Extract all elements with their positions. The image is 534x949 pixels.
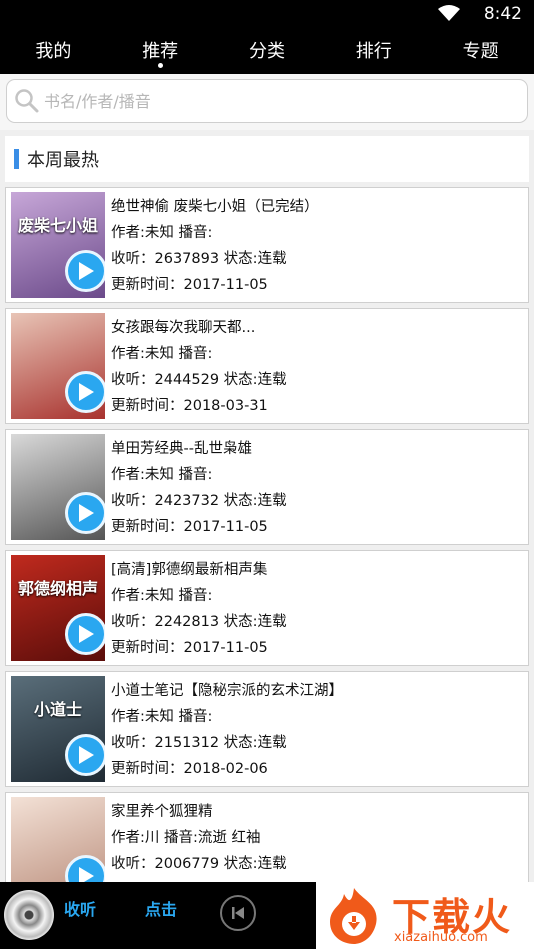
book-cover: [11, 313, 105, 419]
tab-recommend[interactable]: 推荐: [107, 26, 214, 74]
book-item[interactable]: 小道士 小道士笔记【隐秘宗派的玄术江湖】 作者:未知 播音: 收听：215131…: [5, 671, 529, 787]
book-item[interactable]: 郭德纲相声 [高清]郭德纲最新相声集 作者:未知 播音: 收听：2242813 …: [5, 550, 529, 666]
flame-logo-icon: [322, 886, 386, 949]
cover-title-art: 小道士: [33, 700, 82, 719]
book-author: 作者:未知 播音:: [111, 346, 213, 362]
book-title: 女孩跟每次我聊天都...: [111, 320, 256, 336]
book-author: 作者:未知 播音:: [111, 225, 213, 241]
brand-watermark: 下载火 xiazaihuo.com: [316, 882, 534, 949]
clock: 8:42: [483, 4, 522, 24]
book-stats: 收听：2637893 状态:连载: [111, 251, 287, 267]
book-item[interactable]: 废柴七小姐 绝世神偷 废柴七小姐（已完结） 作者:未知 播音: 收听：26378…: [5, 187, 529, 303]
book-updated: 更新时间：2017-11-05: [111, 277, 268, 293]
tab-ranking[interactable]: 排行: [320, 26, 427, 74]
active-tab-indicator: [158, 63, 164, 68]
search-input[interactable]: [44, 91, 504, 111]
book-stats: 收听：2423732 状态:连载: [111, 493, 287, 509]
search-icon: [14, 88, 40, 114]
book-updated: 更新时间：2018-03-31: [111, 398, 268, 414]
book-author: 作者:未知 播音:: [111, 467, 213, 483]
play-icon[interactable]: [65, 613, 105, 655]
tab-label: 分类: [248, 41, 285, 62]
section-title: 本周最热: [27, 150, 99, 171]
section-header: 本周最热: [5, 136, 529, 182]
top-tab-bar: 我的 推荐 分类 排行 专题: [0, 26, 534, 74]
cover-title-art: 郭德纲相声: [17, 579, 98, 598]
previous-track-button[interactable]: [220, 895, 256, 931]
brand-url: xiazaihuo.com: [394, 930, 488, 945]
section-accent-bar: [14, 149, 19, 169]
book-title: 家里养个狐狸精: [111, 804, 213, 820]
book-item[interactable]: 女孩跟每次我聊天都... 作者:未知 播音: 收听：2444529 状态:连载 …: [5, 308, 529, 424]
book-updated: 更新时间：2017-11-05: [111, 640, 268, 656]
search-box[interactable]: [6, 79, 528, 123]
book-item[interactable]: 单田芳经典--乱世枭雄 作者:未知 播音: 收听：2423732 状态:连载 更…: [5, 429, 529, 545]
player-text: 点击: [145, 900, 178, 919]
book-list: 废柴七小姐 绝世神偷 废柴七小姐（已完结） 作者:未知 播音: 收听：26378…: [5, 187, 529, 913]
book-stats: 收听：2006779 状态:连载: [111, 856, 287, 872]
tab-mine[interactable]: 我的: [0, 26, 107, 74]
book-author: 作者:川 播音:流逝 红袖: [111, 830, 261, 846]
book-updated: 更新时间：2018-02-06: [111, 761, 268, 777]
play-icon[interactable]: [65, 492, 105, 534]
book-updated: 更新时间：2017-11-05: [111, 519, 268, 535]
tab-label: 推荐: [142, 41, 179, 62]
search-area: [0, 74, 534, 130]
book-stats: 收听：2444529 状态:连载: [111, 372, 287, 388]
book-title: 单田芳经典--乱世枭雄: [111, 441, 252, 457]
play-icon[interactable]: [65, 371, 105, 413]
book-cover: 郭德纲相声: [11, 555, 105, 661]
tab-label: 我的: [35, 41, 72, 62]
tab-topics[interactable]: 专题: [427, 26, 534, 74]
book-title: [高清]郭德纲最新相声集: [111, 562, 268, 578]
book-title: 小道士笔记【隐秘宗派的玄术江湖】: [111, 683, 343, 699]
book-stats: 收听：2242813 状态:连载: [111, 614, 287, 630]
disc-icon[interactable]: [4, 890, 54, 940]
book-cover: 小道士: [11, 676, 105, 782]
cover-title-art: 废柴七小姐: [17, 216, 98, 235]
player-text: 收听: [64, 900, 97, 919]
book-title: 绝世神偷 废柴七小姐（已完结）: [111, 199, 319, 215]
book-author: 作者:未知 播音:: [111, 709, 213, 725]
wifi-icon: [438, 5, 460, 25]
book-stats: 收听：2151312 状态:连载: [111, 735, 287, 751]
tab-label: 专题: [462, 41, 499, 62]
book-cover: [11, 434, 105, 540]
tab-category[interactable]: 分类: [214, 26, 321, 74]
play-icon[interactable]: [65, 250, 105, 292]
book-cover: 废柴七小姐: [11, 192, 105, 298]
book-author: 作者:未知 播音:: [111, 588, 213, 604]
status-bar: 8:42: [0, 0, 534, 26]
tab-label: 排行: [355, 41, 392, 62]
play-icon[interactable]: [65, 734, 105, 776]
skip-back-icon: [232, 907, 244, 919]
